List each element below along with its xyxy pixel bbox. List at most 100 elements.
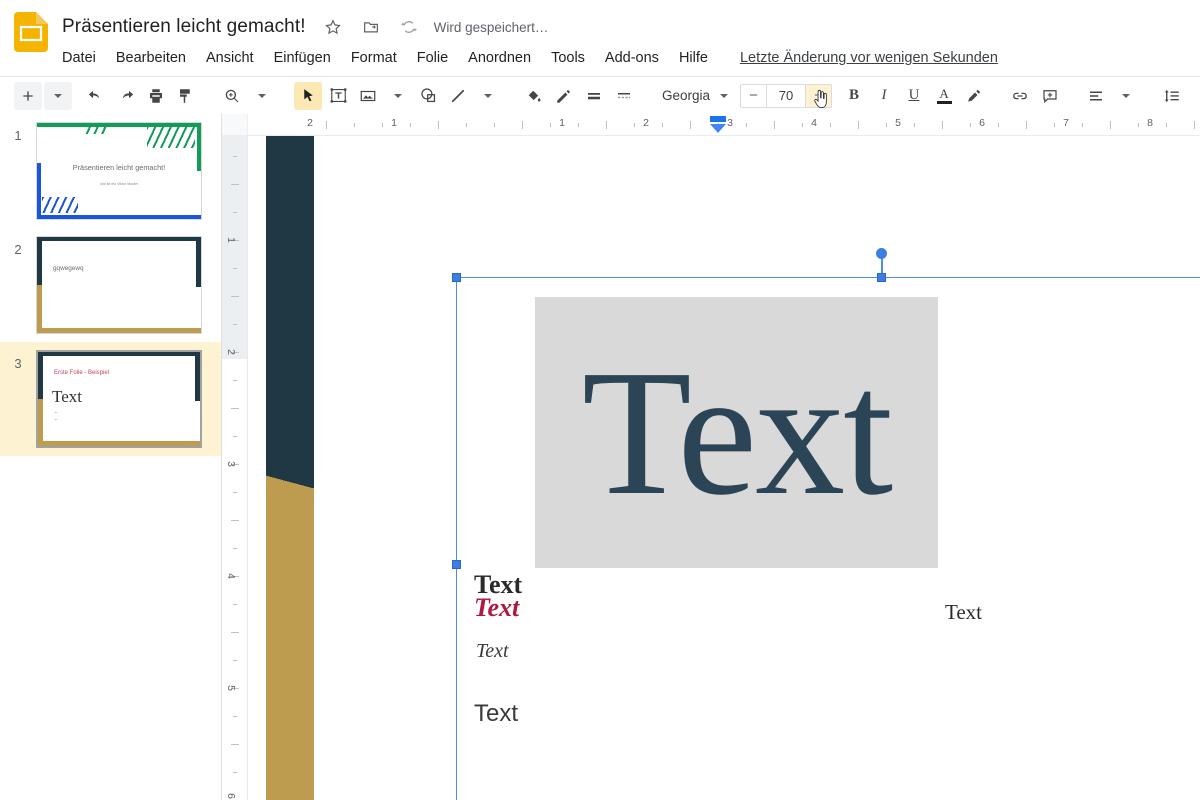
- underline-button[interactable]: U: [900, 82, 928, 110]
- hruler-label-2L: 2: [307, 117, 313, 129]
- menu-datei[interactable]: Datei: [62, 48, 106, 68]
- menu-einfuegen[interactable]: Einfügen: [264, 48, 341, 68]
- menu-format[interactable]: Format: [341, 48, 407, 68]
- hruler-label-6: 6: [979, 117, 985, 129]
- menu-hilfe[interactable]: Hilfe: [669, 48, 718, 68]
- font-size-stepper: − 70 +: [740, 83, 833, 108]
- deco-dark-left: [38, 352, 43, 401]
- vruler-label-1: 1: [225, 237, 237, 243]
- fill-color-button[interactable]: [520, 82, 548, 110]
- deco-dark-top: [37, 237, 201, 241]
- last-edit-link[interactable]: Letzte Änderung vor wenigen Sekunden: [740, 50, 998, 66]
- thumbnail-wrapper[interactable]: Präsentieren leicht gemacht! und ist ein…: [36, 122, 206, 224]
- bold-button[interactable]: B: [840, 82, 868, 110]
- italic-button[interactable]: I: [870, 82, 898, 110]
- menu-anordnen[interactable]: Anordnen: [458, 48, 541, 68]
- chevron-down-icon: [720, 93, 729, 98]
- font-size-decrease-button[interactable]: −: [741, 85, 766, 107]
- line-spacing-button[interactable]: [1158, 82, 1186, 110]
- slide-number: 2: [14, 242, 22, 257]
- vruler-label-4: 4: [225, 573, 237, 579]
- deco-blue-bottom: [37, 215, 201, 219]
- select-tool-button[interactable]: [294, 81, 322, 110]
- slide-thumbnail-item-3[interactable]: 3 Erste Folie - Beispiel Text ‒ ‒: [0, 342, 221, 456]
- deco-dark-right: [195, 352, 200, 401]
- thumbnail-wrapper[interactable]: gqwegewq: [36, 236, 206, 338]
- chevron-down-icon: [394, 93, 402, 98]
- deco-gold-bottom: [38, 441, 200, 446]
- thumbnail-2[interactable]: gqwegewq: [36, 236, 202, 334]
- highlight-button[interactable]: [960, 82, 988, 110]
- thumbnail-wrapper[interactable]: Erste Folie - Beispiel Text ‒ ‒: [36, 350, 206, 452]
- strip-dark-section: [266, 136, 314, 488]
- font-size-increase-button[interactable]: +: [806, 84, 832, 108]
- vertical-ruler[interactable]: 1 2 3 4 5 6: [222, 136, 248, 800]
- zoom-button[interactable]: [218, 82, 246, 110]
- border-dash-button[interactable]: [610, 82, 638, 110]
- deco-gold-left: [37, 285, 42, 333]
- border-color-button[interactable]: [550, 82, 578, 110]
- slide-number: 3: [14, 356, 22, 371]
- slide-thumbnail-panel[interactable]: 1 Präsentieren leicht gemacht! und ist e…: [0, 114, 222, 800]
- menu-bar: Datei Bearbeiten Ansicht Einfügen Format…: [62, 44, 998, 72]
- font-family-value[interactable]: Georgia: [656, 88, 710, 103]
- menu-bearbeiten[interactable]: Bearbeiten: [106, 48, 196, 68]
- align-dropdown[interactable]: [1112, 82, 1140, 110]
- vruler-label-3: 3: [225, 461, 237, 467]
- menu-folie[interactable]: Folie: [407, 48, 458, 68]
- slide-accent-strip: [266, 136, 314, 800]
- thumbnail-1-subtitle: und ist ein Viktor Muster: [99, 182, 139, 186]
- font-size-value[interactable]: 70: [766, 84, 807, 107]
- font-family-dropdown[interactable]: [710, 82, 738, 110]
- chevron-down-icon: [1122, 93, 1131, 98]
- thumbnail-3[interactable]: Erste Folie - Beispiel Text ‒ ‒: [36, 350, 202, 448]
- insert-image-dropdown[interactable]: [384, 82, 412, 110]
- slide-thumbnail-item-2[interactable]: 2 gqwegewq: [0, 228, 221, 342]
- insert-link-button[interactable]: [1006, 82, 1034, 110]
- save-status: Wird gespeichert…: [433, 19, 549, 35]
- menu-addons[interactable]: Add-ons: [595, 48, 669, 68]
- line-dropdown[interactable]: [474, 82, 502, 110]
- thumbnail-1[interactable]: Präsentieren leicht gemacht! und ist ein…: [36, 122, 202, 220]
- star-icon[interactable]: [322, 16, 344, 38]
- chevron-down-icon: [484, 93, 492, 98]
- app-header: Präsentieren leicht gemacht! Wird gespei…: [0, 0, 1200, 76]
- text-box-button[interactable]: [324, 82, 352, 110]
- shape-button[interactable]: [414, 82, 442, 110]
- rotation-handle[interactable]: [876, 248, 887, 259]
- redo-button[interactable]: [112, 82, 140, 110]
- document-title[interactable]: Präsentieren leicht gemacht!: [62, 16, 306, 38]
- underline-glyph: U: [908, 87, 920, 103]
- slide-thumbnail-item-1[interactable]: 1 Präsentieren leicht gemacht! und ist e…: [0, 114, 221, 228]
- thumbnail-3-placeholder-lines: ‒ ‒: [54, 410, 58, 423]
- menu-ansicht[interactable]: Ansicht: [196, 48, 264, 68]
- undo-button[interactable]: [82, 82, 110, 110]
- hruler-label-7: 7: [1063, 117, 1069, 129]
- resize-handle-top-left[interactable]: [452, 273, 461, 282]
- google-slides-logo[interactable]: [14, 12, 48, 52]
- border-weight-button[interactable]: [580, 82, 608, 110]
- resize-handle-top-middle[interactable]: [877, 273, 886, 282]
- horizontal-ruler[interactable]: 2 1 1 2 3 4 5 6 7 8: [248, 114, 1200, 136]
- line-button[interactable]: [444, 82, 472, 110]
- zoom-dropdown[interactable]: [248, 82, 276, 110]
- print-button[interactable]: [142, 82, 170, 110]
- deco-gold-left: [38, 399, 43, 446]
- deco-dark-left: [37, 237, 42, 287]
- thumbnail-3-title: Erste Folie - Beispiel: [54, 370, 110, 376]
- selection-box[interactable]: [452, 248, 1200, 800]
- menu-tools[interactable]: Tools: [541, 48, 595, 68]
- bold-glyph: B: [849, 87, 860, 103]
- slide-canvas[interactable]: Text Text Text Text Text Text: [248, 136, 1200, 800]
- align-button[interactable]: [1082, 82, 1110, 110]
- resize-handle-bottom-left[interactable]: [452, 560, 461, 569]
- move-to-folder-icon[interactable]: [360, 16, 382, 38]
- add-comment-button[interactable]: [1036, 82, 1064, 110]
- new-slide-button[interactable]: [14, 81, 42, 110]
- hruler-label-1R: 1: [559, 117, 565, 129]
- text-color-button[interactable]: A: [930, 82, 958, 110]
- insert-image-button[interactable]: [354, 82, 382, 110]
- new-slide-dropdown[interactable]: [44, 81, 72, 110]
- paint-format-button[interactable]: [172, 82, 200, 110]
- vruler-highlight-region: [222, 136, 247, 359]
